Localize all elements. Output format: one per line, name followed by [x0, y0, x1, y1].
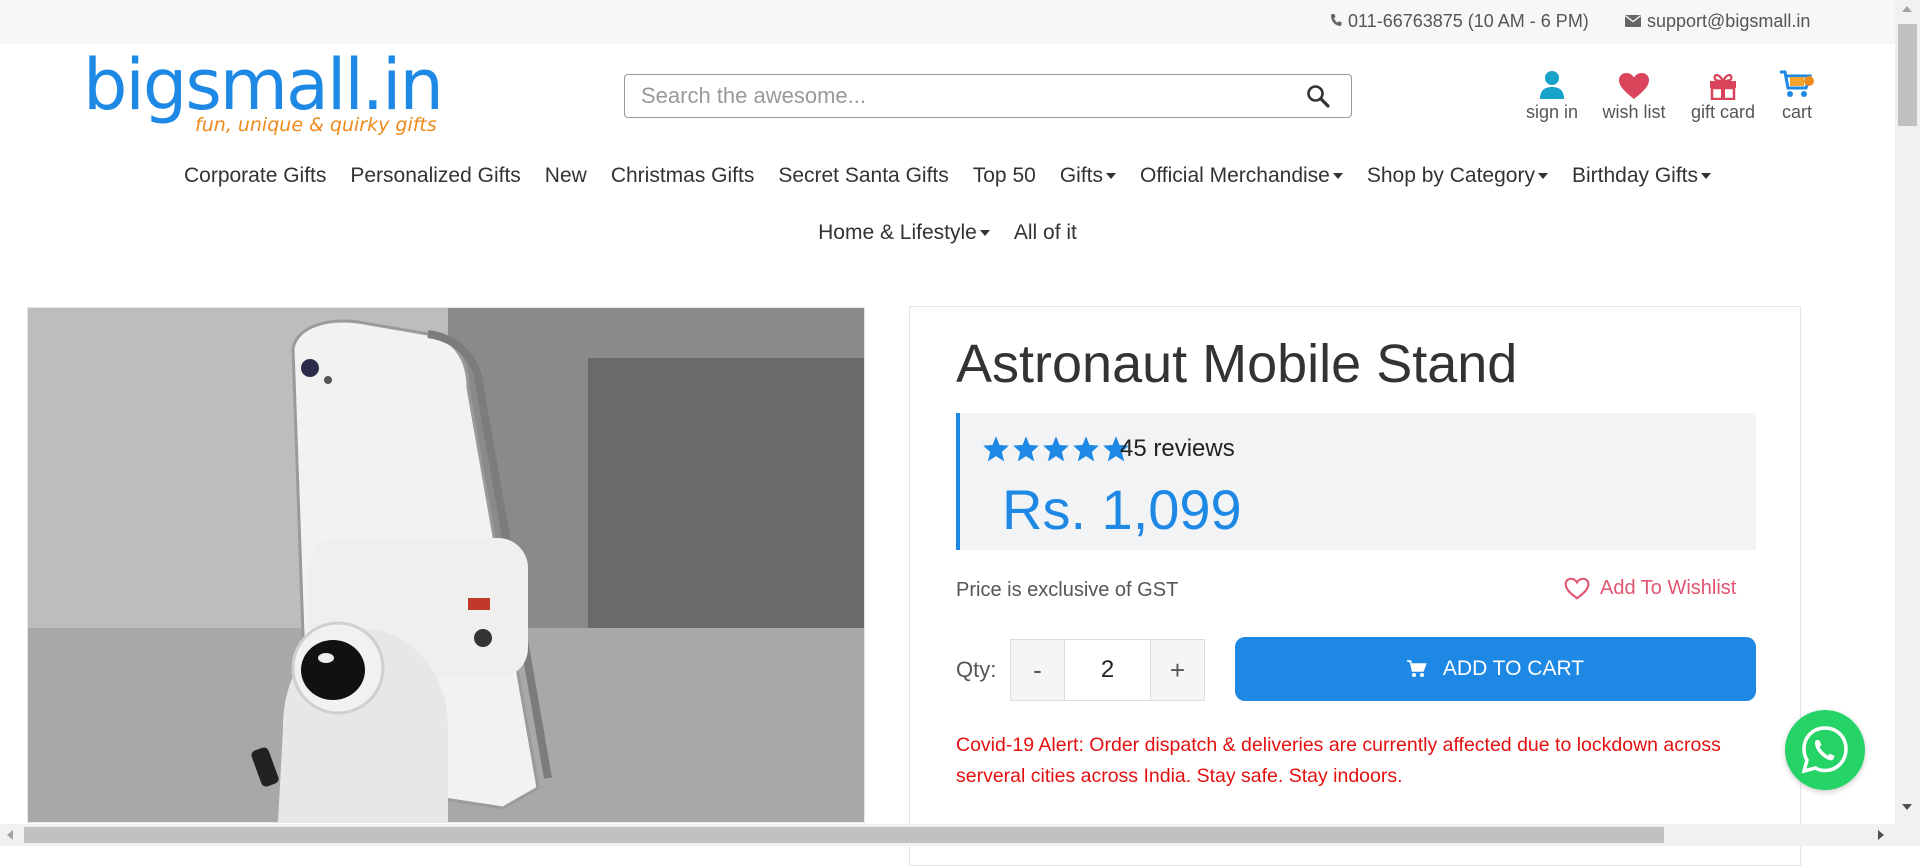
caret-down-icon — [1105, 173, 1116, 179]
rating-stars[interactable] — [982, 435, 1130, 462]
add-to-cart-label: ADD TO CART — [1442, 657, 1585, 680]
email-text: support@bigsmall.in — [1647, 11, 1811, 31]
qty-increase-button[interactable]: + — [1151, 640, 1204, 700]
nav-item-all-of-it[interactable]: All of it — [1002, 221, 1089, 245]
caret-down-icon — [1701, 173, 1712, 179]
cart-label: cart — [1781, 102, 1812, 122]
caret-down-icon — [979, 230, 990, 236]
user-icon — [1507, 66, 1597, 100]
qty-label: Qty: — [956, 657, 997, 682]
logo-brand-text: bigsmall.in — [83, 44, 444, 126]
nav-item-official-merchandise[interactable]: Official Merchandise — [1128, 164, 1355, 188]
product-price: Rs. 1,099 — [1002, 478, 1242, 541]
logo-tagline: fun, unique & quirky gifts — [195, 114, 437, 136]
add-to-wishlist-label: Add To Wishlist — [1600, 577, 1737, 599]
vertical-scrollbar[interactable] — [1895, 0, 1920, 824]
price-box: 45 reviews Rs. 1,099 — [956, 413, 1756, 550]
covid-alert: Covid-19 Alert: Order dispatch & deliver… — [956, 734, 1721, 787]
cart-icon — [1752, 66, 1842, 100]
whatsapp-button[interactable] — [1785, 710, 1865, 790]
cart-icon — [1406, 660, 1427, 677]
nav-item-christmas-gifts[interactable]: Christmas Gifts — [599, 164, 767, 188]
star-icon — [1043, 436, 1069, 462]
whatsapp-icon — [1801, 726, 1848, 774]
horizontal-scroll-thumb[interactable] — [24, 827, 1664, 843]
wish-list-label: wish list — [1602, 102, 1666, 122]
site-header: bigsmall.in fun, unique & quirky gifts s… — [0, 44, 1895, 144]
product-title: Astronaut Mobile Stand — [956, 334, 1518, 394]
gst-note: Price is exclusive of GST — [956, 579, 1179, 601]
sign-in-label: sign in — [1525, 102, 1579, 122]
nav-item-gifts[interactable]: Gifts — [1048, 164, 1128, 188]
vertical-scroll-thumb[interactable] — [1898, 24, 1917, 126]
nav-row-1: Corporate Gifts Personalized Gifts New C… — [0, 164, 1895, 188]
phone-icon — [1330, 11, 1342, 32]
search-box — [624, 74, 1352, 118]
site-logo[interactable]: bigsmall.in fun, unique & quirky gifts — [83, 44, 444, 136]
add-to-wishlist-button[interactable]: Add To Wishlist — [1564, 577, 1736, 600]
qty-input[interactable]: 2 — [1064, 640, 1151, 700]
nav-item-personalized-gifts[interactable]: Personalized Gifts — [338, 164, 532, 188]
search-icon[interactable] — [1303, 81, 1333, 111]
product-image[interactable] — [27, 307, 865, 823]
star-icon — [1013, 436, 1039, 462]
envelope-icon — [1625, 11, 1641, 32]
nav-item-home-lifestyle[interactable]: Home & Lifestyle — [806, 221, 1002, 245]
top-contact-bar: 011-66763875 (10 AM - 6 PM) support@bigs… — [0, 0, 1895, 44]
scroll-down-arrow-icon[interactable] — [1902, 804, 1912, 810]
scroll-left-arrow-icon[interactable] — [7, 830, 13, 840]
scroll-up-arrow-icon[interactable] — [1902, 6, 1912, 12]
heart-outline-icon — [1564, 577, 1590, 600]
nav-item-birthday-gifts[interactable]: Birthday Gifts — [1560, 164, 1723, 188]
sign-in-link[interactable]: sign in — [1507, 66, 1597, 123]
reviews-count[interactable]: 45 reviews — [1120, 435, 1235, 463]
nav-item-corporate-gifts[interactable]: Corporate Gifts — [172, 164, 338, 188]
horizontal-scrollbar[interactable] — [0, 824, 1920, 846]
nav-row-2: Home & Lifestyle All of it — [0, 221, 1895, 245]
product-details-panel: Astronaut Mobile Stand 45 reviews Rs. 1,… — [909, 306, 1801, 866]
phone-contact[interactable]: 011-66763875 (10 AM - 6 PM) — [1330, 11, 1589, 32]
main-navigation: Corporate Gifts Personalized Gifts New C… — [0, 150, 1895, 270]
caret-down-icon — [1332, 173, 1343, 179]
qty-decrease-button[interactable]: - — [1011, 640, 1064, 700]
scroll-right-arrow-icon[interactable] — [1878, 830, 1884, 840]
wish-list-link[interactable]: wish list — [1589, 66, 1679, 123]
cart-link[interactable]: cart — [1752, 66, 1842, 123]
caret-down-icon — [1537, 173, 1548, 179]
email-contact[interactable]: support@bigsmall.in — [1625, 11, 1810, 32]
nav-item-shop-by-category[interactable]: Shop by Category — [1355, 164, 1560, 188]
quantity-stepper: - 2 + — [1010, 639, 1205, 701]
nav-item-secret-santa-gifts[interactable]: Secret Santa Gifts — [766, 164, 960, 188]
search-input[interactable] — [639, 82, 1303, 110]
star-icon — [983, 436, 1009, 462]
heart-icon — [1589, 66, 1679, 100]
nav-item-new[interactable]: New — [533, 164, 599, 188]
star-icon — [1073, 436, 1099, 462]
nav-item-top-50[interactable]: Top 50 — [961, 164, 1048, 188]
add-to-cart-button[interactable]: ADD TO CART — [1235, 637, 1756, 701]
phone-text: 011-66763875 (10 AM - 6 PM) — [1348, 11, 1589, 31]
